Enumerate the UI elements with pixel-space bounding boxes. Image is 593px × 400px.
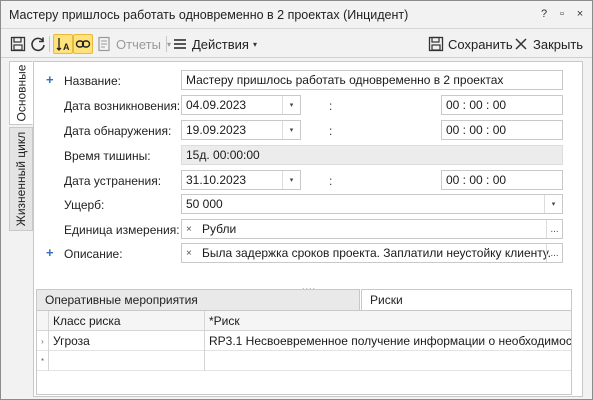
time-separator: : xyxy=(329,124,333,138)
chevron-down-icon[interactable]: ▾ xyxy=(544,195,562,213)
occurred-label: Дата возникновения: xyxy=(64,99,181,113)
occurred-time-value: 00 : 00 : 00 xyxy=(446,98,507,112)
tab-lifecycle[interactable]: Жизненный цикл xyxy=(9,127,33,231)
close-icon xyxy=(512,35,530,53)
tab-measures[interactable]: Оперативные мероприятия xyxy=(36,289,360,311)
cell-new-risk-class[interactable] xyxy=(49,351,205,371)
incident-window: Мастеру пришлось работать одновременно в… xyxy=(0,0,593,400)
chevron-down-icon[interactable]: ▾ xyxy=(282,171,300,189)
resolved-time-value: 00 : 00 : 00 xyxy=(446,173,507,187)
unit-label: Единица измерения: xyxy=(64,223,180,237)
silence-label: Время тишины: xyxy=(64,149,151,163)
close-button[interactable]: Закрыть xyxy=(512,34,583,54)
damage-label: Ущерб: xyxy=(64,198,105,212)
name-field[interactable]: Мастеру пришлось работать одновременно в… xyxy=(181,70,563,90)
table-row[interactable]: › Угроза RP3.1 Несвоевременное получение… xyxy=(37,331,571,351)
name-label: Название: xyxy=(64,74,121,88)
window-title: Мастеру пришлось работать одновременно в… xyxy=(9,8,409,22)
save-label: Сохранить xyxy=(448,36,513,52)
detail-tabs: Оперативные мероприятия Риски xyxy=(36,289,572,311)
tab-risks-label: Риски xyxy=(370,293,403,307)
title-bar: Мастеру пришлось работать одновременно в… xyxy=(1,1,592,29)
restore-button[interactable]: ▫ xyxy=(556,6,568,22)
silence-value: 15д. 00:00:00 xyxy=(186,148,260,162)
occurred-date-value: 04.09.2023 xyxy=(186,98,247,112)
close-label: Закрыть xyxy=(533,36,584,52)
tab-lifecycle-label: Жизненный цикл xyxy=(14,131,28,227)
grid-header: Класс риска *Риск xyxy=(37,311,571,331)
occurred-date-field[interactable]: 04.09.2023 ▾ xyxy=(181,95,301,115)
expand-description-icon[interactable]: + xyxy=(46,245,54,260)
damage-value: 50 000 xyxy=(186,197,223,211)
row-indicator-header xyxy=(37,311,49,331)
close-window-button[interactable]: × xyxy=(574,6,586,22)
save-button[interactable]: Сохранить xyxy=(427,34,513,54)
refresh-button[interactable] xyxy=(29,34,47,54)
chevron-down-icon: ▾ xyxy=(252,39,257,49)
main-panel: + Название: Мастеру пришлось работать од… xyxy=(33,61,583,397)
detected-date-value: 19.09.2023 xyxy=(186,123,247,137)
detected-time-value: 00 : 00 : 00 xyxy=(446,123,507,137)
resolved-date-field[interactable]: 31.10.2023 ▾ xyxy=(181,170,301,190)
ellipsis-button[interactable]: ... xyxy=(546,244,562,262)
cell-risk-class[interactable]: Угроза xyxy=(49,331,205,351)
cell-risk[interactable]: RP3.1 Несвоевременное получение информац… xyxy=(205,331,571,351)
unit-value: Рубли xyxy=(202,222,237,236)
reports-menu[interactable]: Отчеты ▾ xyxy=(95,34,171,54)
detected-time-field[interactable]: 00 : 00 : 00 xyxy=(441,120,563,140)
time-separator: : xyxy=(329,174,333,188)
save-icon-button[interactable] xyxy=(9,34,27,54)
tab-main[interactable]: Основные xyxy=(9,61,33,125)
expand-name-icon[interactable]: + xyxy=(46,72,54,87)
detected-label: Дата обнаружения: xyxy=(64,124,172,138)
refresh-icon xyxy=(29,35,47,53)
link-icon xyxy=(74,35,92,53)
resolved-label: Дата устранения: xyxy=(64,174,162,188)
tab-measures-label: Оперативные мероприятия xyxy=(45,293,198,307)
chevron-down-icon[interactable]: ▾ xyxy=(282,96,300,114)
sort-az-icon: A xyxy=(54,35,72,53)
actions-menu[interactable]: Действия ▾ xyxy=(171,34,257,54)
help-button[interactable]: ? xyxy=(538,6,550,22)
row-indicator-icon: › xyxy=(37,331,49,351)
time-separator: : xyxy=(329,99,333,113)
new-row-icon: * xyxy=(37,351,49,371)
sort-toggle-button[interactable]: A xyxy=(53,34,73,54)
unit-field[interactable]: × Рубли ... xyxy=(181,219,563,239)
new-row[interactable]: * xyxy=(37,351,571,371)
cell-new-risk[interactable] xyxy=(205,351,571,371)
svg-text:A: A xyxy=(63,42,70,52)
side-tabs: Основные Жизненный цикл xyxy=(9,61,33,233)
description-field[interactable]: × Была задержка сроков проекта. Заплатил… xyxy=(181,243,563,263)
ellipsis-button[interactable]: ... xyxy=(546,220,562,238)
chevron-down-icon[interactable]: ▾ xyxy=(282,121,300,139)
floppy-disk-icon xyxy=(427,35,445,53)
column-header-risk-class[interactable]: Класс риска xyxy=(49,311,205,331)
description-value: Была задержка сроков проекта. Заплатили … xyxy=(202,246,552,260)
tab-main-label: Основные xyxy=(14,64,28,122)
name-value: Мастеру пришлось работать одновременно в… xyxy=(186,73,504,87)
reports-label: Отчеты xyxy=(116,36,161,52)
damage-field[interactable]: 50 000 ▾ xyxy=(181,194,563,214)
toolbar: A Отчеты ▾ Действия ▾ Сохранить Закрыть xyxy=(1,30,592,58)
resolved-date-value: 31.10.2023 xyxy=(186,173,247,187)
tab-risks[interactable]: Риски xyxy=(361,289,572,311)
link-toggle-button[interactable] xyxy=(73,34,93,54)
column-header-risk[interactable]: *Риск xyxy=(205,311,571,331)
occurred-time-field[interactable]: 00 : 00 : 00 xyxy=(441,95,563,115)
floppy-disk-icon xyxy=(9,35,27,53)
actions-label: Действия xyxy=(192,36,249,52)
clear-icon[interactable]: × xyxy=(186,224,198,235)
risks-grid: Класс риска *Риск › Угроза RP3.1 Несвоев… xyxy=(36,310,572,395)
silence-field: 15д. 00:00:00 xyxy=(181,145,563,165)
hamburger-menu-icon xyxy=(171,35,189,53)
report-icon xyxy=(95,35,113,53)
detected-date-field[interactable]: 19.09.2023 ▾ xyxy=(181,120,301,140)
clear-icon[interactable]: × xyxy=(186,248,198,259)
resolved-time-field[interactable]: 00 : 00 : 00 xyxy=(441,170,563,190)
description-label: Описание: xyxy=(64,247,123,261)
